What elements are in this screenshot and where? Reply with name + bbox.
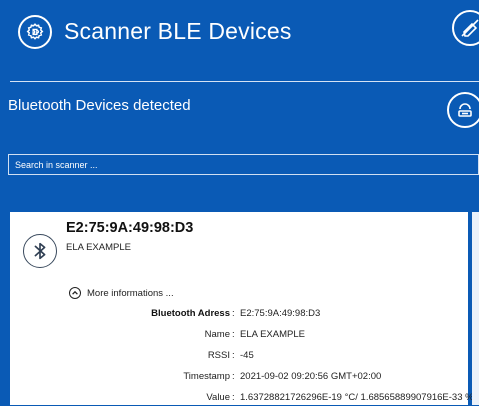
- detail-row-rssi: RSSI : -45: [207, 350, 254, 361]
- clear-icon[interactable]: [452, 10, 479, 46]
- device-card[interactable]: E2:75:9A:49:98:D3 ELA EXAMPLE More infor…: [10, 212, 474, 405]
- section-title: Bluetooth Devices detected: [8, 97, 191, 114]
- detail-label: Value: [206, 392, 230, 403]
- detail-label: Timestamp: [183, 371, 230, 382]
- more-informations-toggle[interactable]: More informations ...: [69, 287, 174, 299]
- chevron-up-icon[interactable]: [69, 287, 81, 299]
- header-divider: [10, 81, 479, 82]
- detail-label: Bluetooth Adress: [151, 308, 230, 319]
- detail-value: -45: [240, 350, 254, 361]
- detail-value: E2:75:9A:49:98:D3: [240, 308, 321, 319]
- detail-value: 1.63728821726296E-19 °C/ 1.6856588990791…: [240, 392, 474, 403]
- scan-icon[interactable]: [447, 92, 479, 128]
- device-mac-address: E2:75:9A:49:98:D3: [66, 220, 194, 236]
- bluetooth-icon: [23, 234, 57, 268]
- scroll-area-edge: [472, 212, 479, 405]
- detail-label: RSSI: [207, 350, 230, 361]
- gear-puzzle-icon: [18, 15, 52, 49]
- detail-row-name: Name : ELA EXAMPLE: [204, 329, 305, 340]
- more-informations-label[interactable]: More informations ...: [87, 288, 174, 299]
- search-input[interactable]: [9, 155, 478, 175]
- detail-value: 2021-09-02 09:20:56 GMT+02:00: [240, 371, 382, 382]
- app-title: Scanner BLE Devices: [64, 18, 292, 44]
- device-name: ELA EXAMPLE: [66, 242, 131, 253]
- search-bar[interactable]: [8, 154, 479, 175]
- app-header: Scanner BLE Devices: [0, 0, 479, 82]
- detail-value: ELA EXAMPLE: [240, 329, 305, 340]
- detail-row-address: Bluetooth Adress : E2:75:9A:49:98:D3: [151, 308, 321, 319]
- detail-row-value: Value : 1.63728821726296E-19 °C/ 1.68565…: [206, 392, 474, 403]
- detail-label: Name: [204, 329, 230, 340]
- detail-row-timestamp: Timestamp : 2021-09-02 09:20:56 GMT+02:0…: [183, 371, 382, 382]
